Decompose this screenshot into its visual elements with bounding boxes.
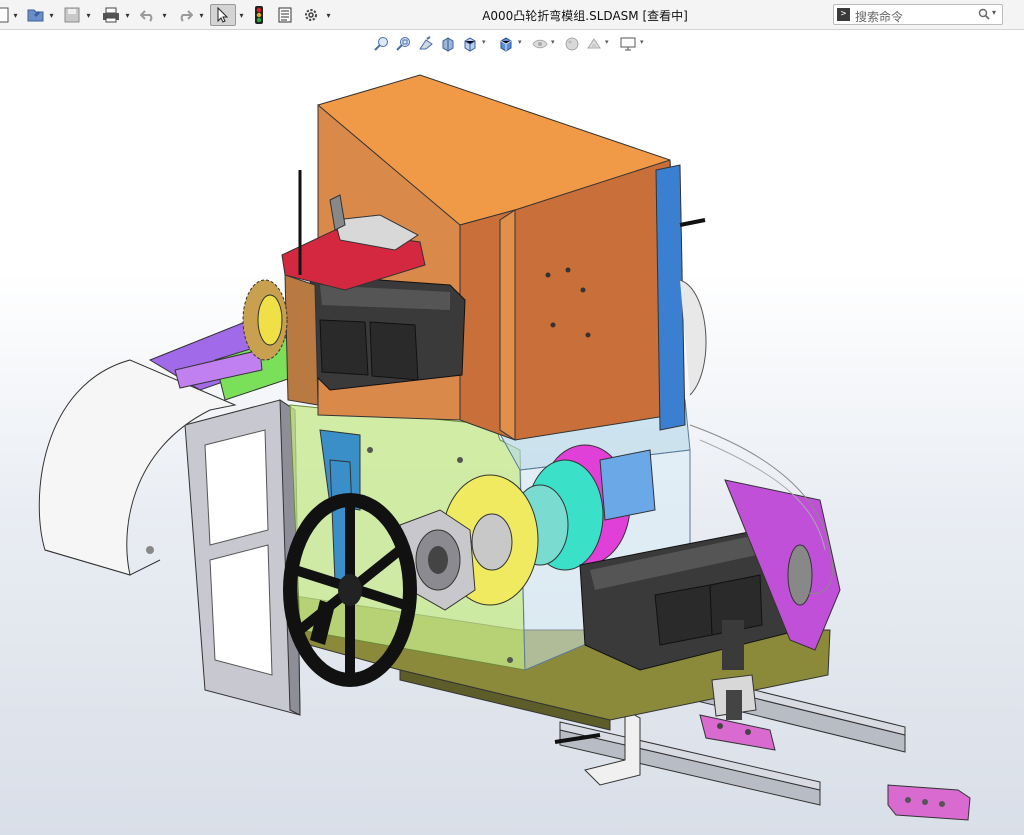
select-pointer-icon[interactable] bbox=[210, 4, 236, 26]
options-gear-icon[interactable] bbox=[302, 4, 320, 26]
left-gear bbox=[242, 279, 288, 361]
bronze-side-plate bbox=[284, 274, 319, 406]
top-toolbar: ▾ ▾ ▾ ▾ ▾ ▾ ▾ ▾ A000凸轮折弯模组.SLDASM [查看中] … bbox=[0, 0, 1024, 30]
open-folder-icon[interactable] bbox=[26, 4, 46, 26]
redo-icon[interactable] bbox=[175, 4, 195, 26]
graphics-viewport[interactable]: ▾ ▾ ▾ ▾ ▾ bbox=[0, 30, 1024, 835]
undo-menu-caret[interactable]: ▾ bbox=[160, 4, 169, 26]
print-icon[interactable] bbox=[100, 4, 122, 26]
side-frame bbox=[184, 399, 301, 716]
select-menu-caret[interactable]: ▾ bbox=[237, 4, 246, 26]
search-options-caret[interactable]: ▾ bbox=[992, 8, 996, 17]
assembly-model-view[interactable] bbox=[0, 30, 1024, 835]
left-servo-motor bbox=[309, 274, 466, 391]
search-icon[interactable] bbox=[978, 8, 990, 23]
search-commands-box[interactable]: > 搜索命令 ▾ bbox=[833, 4, 1003, 25]
purple-clamp-blocks bbox=[699, 714, 776, 751]
save-icon[interactable] bbox=[62, 4, 82, 26]
file-properties-icon[interactable] bbox=[276, 4, 294, 26]
command-prompt-icon: > bbox=[837, 8, 850, 21]
redo-menu-caret[interactable]: ▾ bbox=[197, 4, 206, 26]
search-placeholder: 搜索命令 bbox=[855, 10, 904, 24]
new-menu-caret[interactable]: ▾ bbox=[11, 4, 20, 26]
open-menu-caret[interactable]: ▾ bbox=[47, 4, 56, 26]
document-title: A000凸轮折弯模组.SLDASM [查看中] bbox=[482, 9, 688, 23]
new-document-icon[interactable] bbox=[0, 4, 10, 26]
print-menu-caret[interactable]: ▾ bbox=[123, 4, 132, 26]
rebuild-traffic-light-icon[interactable] bbox=[251, 4, 267, 26]
options-menu-caret[interactable]: ▾ bbox=[324, 4, 333, 26]
undo-icon[interactable] bbox=[138, 4, 158, 26]
save-menu-caret[interactable]: ▾ bbox=[84, 4, 93, 26]
purple-block-loose bbox=[887, 784, 971, 821]
